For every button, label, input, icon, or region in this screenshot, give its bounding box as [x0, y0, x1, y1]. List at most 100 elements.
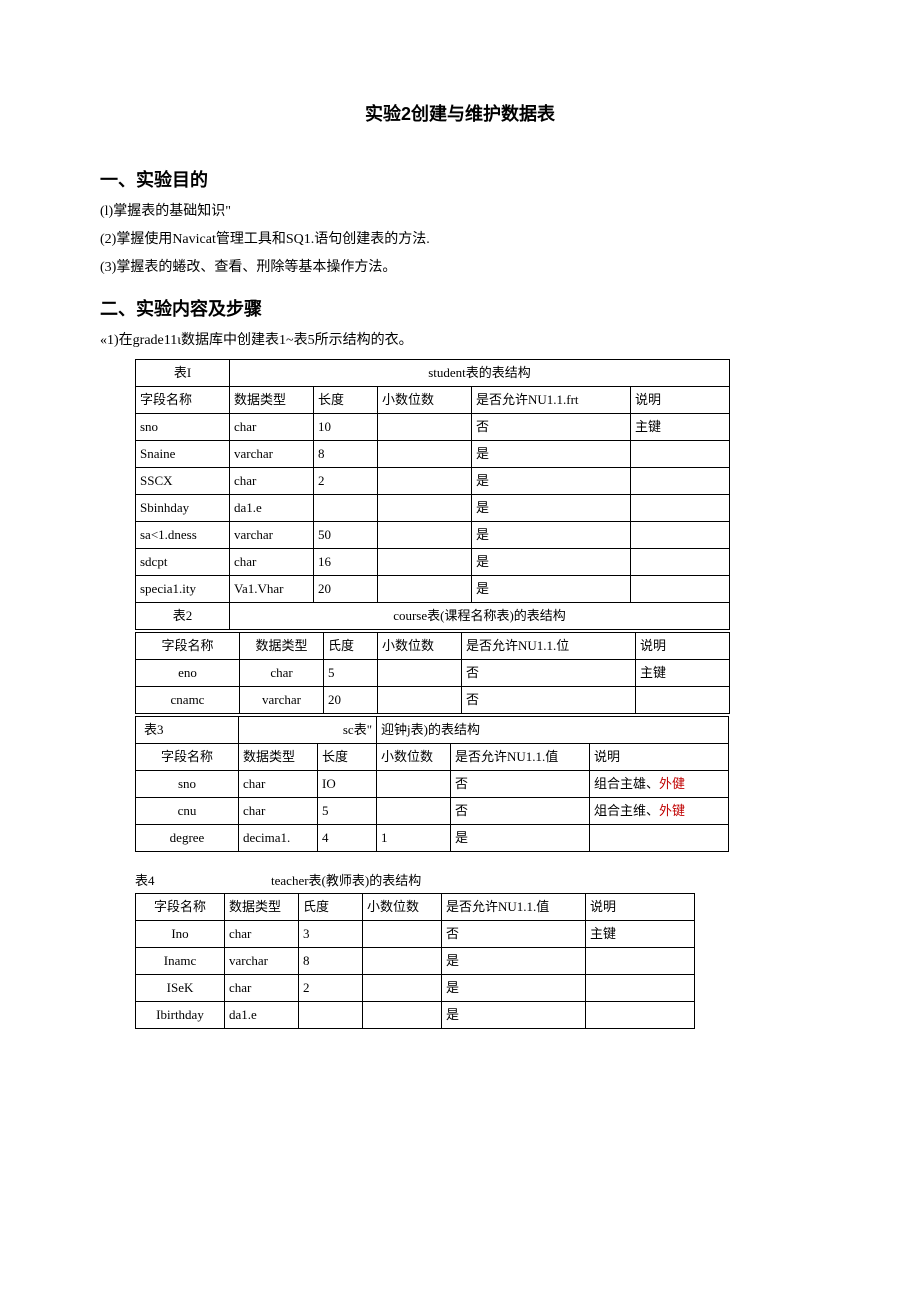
cell: sdcpt: [136, 549, 230, 576]
cell: 主键: [636, 660, 730, 687]
cell: 20: [314, 576, 378, 603]
cell: [378, 522, 472, 549]
cell: 是: [442, 948, 586, 975]
col-dec: 小数位数: [377, 744, 451, 771]
col-dtype: 数据类型: [240, 633, 324, 660]
cell: 是: [472, 495, 631, 522]
table-course: 字段名称 数据类型 氏度 小数位数 是否允许NU1.1.位 说明 enochar…: [135, 632, 730, 714]
cell: 是: [442, 1002, 586, 1029]
col-desc: 说明: [586, 894, 695, 921]
section1-p3: (3)掌握表的蜷改、查看、刑除等基本操作方法。: [100, 256, 820, 280]
cell: [378, 468, 472, 495]
col-field: 字段名称: [136, 744, 239, 771]
cell: ISeK: [136, 975, 225, 1002]
page-title: 实验2创建与维护数据表: [100, 100, 820, 126]
cell: [586, 975, 695, 1002]
col-desc: 说明: [631, 387, 730, 414]
cell: 主键: [631, 414, 730, 441]
cell: 是: [472, 468, 631, 495]
cell: char: [225, 975, 299, 1002]
cell: 50: [314, 522, 378, 549]
section1-heading: 一、实验目的: [100, 166, 820, 192]
cell: da1.e: [230, 495, 314, 522]
cell: da1.e: [225, 1002, 299, 1029]
cell: [378, 576, 472, 603]
cell: [631, 441, 730, 468]
col-dtype: 数据类型: [239, 744, 318, 771]
cell: [631, 522, 730, 549]
cell: 10: [314, 414, 378, 441]
cell: Va1.Vhar: [230, 576, 314, 603]
cell: char: [230, 468, 314, 495]
cell: decima1.: [239, 825, 318, 852]
table-teacher: 字段名称 数据类型 氏度 小数位数 是否允许NU1.1.值 说明 Inochar…: [135, 893, 695, 1029]
col-dtype: 数据类型: [230, 387, 314, 414]
cell: 否: [442, 921, 586, 948]
cell: [377, 771, 451, 798]
desc-text: 俎合主维、: [594, 803, 659, 818]
cell: 4: [318, 825, 377, 852]
cell: Inamc: [136, 948, 225, 975]
cell: 是: [442, 975, 586, 1002]
cell: [586, 1002, 695, 1029]
table-sc: 表3 sc表" 迎钟j表)的表结构 字段名称 数据类型 长度 小数位数 是否允许…: [135, 716, 729, 852]
cell: sa<1.dness: [136, 522, 230, 549]
cell: 是: [472, 441, 631, 468]
table-student: 表I student表的表结构 字段名称 数据类型 长度 小数位数 是否允许NU…: [135, 359, 730, 630]
col-null: 是否允许NU1.1.frt: [472, 387, 631, 414]
cell: [378, 495, 472, 522]
cell: [378, 414, 472, 441]
t2-caption-left: 表2: [136, 603, 230, 630]
cell: [631, 576, 730, 603]
cell: 1: [377, 825, 451, 852]
desc-red: 外键: [659, 803, 685, 818]
cell: 俎合主维、外键: [590, 798, 729, 825]
desc-text: 组合主雄、: [594, 776, 659, 791]
t3-caption-left: 表3: [136, 717, 239, 744]
cell: [363, 1002, 442, 1029]
cell: 5: [318, 798, 377, 825]
cell: Ino: [136, 921, 225, 948]
t1-caption-left: 表I: [136, 360, 230, 387]
cell: [636, 687, 730, 714]
col-desc: 说明: [636, 633, 730, 660]
t3-caption-right: 迎钟j表)的表结构: [377, 717, 729, 744]
cell: degree: [136, 825, 239, 852]
cell: 组合主雄、外健: [590, 771, 729, 798]
col-len: 长度: [314, 387, 378, 414]
cell: char: [239, 771, 318, 798]
cell: sno: [136, 414, 230, 441]
cell: IO: [318, 771, 377, 798]
cell: cnamc: [136, 687, 240, 714]
cell: 8: [314, 441, 378, 468]
cell: [314, 495, 378, 522]
section2-intro: «1)在grade11ι数据库中创建表1~表5所示结构的衣。: [100, 329, 820, 353]
cell: 是: [472, 576, 631, 603]
cell: 8: [299, 948, 363, 975]
cell: 否: [462, 660, 636, 687]
cell: [299, 1002, 363, 1029]
col-null: 是否允许NU1.1.值: [451, 744, 590, 771]
cell: sno: [136, 771, 239, 798]
cell: varchar: [230, 441, 314, 468]
col-field: 字段名称: [136, 894, 225, 921]
cell: 是: [472, 549, 631, 576]
section1-p1: (l)掌握表的基础知识": [100, 200, 820, 224]
section1-p2: (2)掌握使用Navicat管理工具和SQ1.语句创建表的方法.: [100, 228, 820, 252]
cell: [631, 549, 730, 576]
cell: 主键: [586, 921, 695, 948]
cell: Snaine: [136, 441, 230, 468]
cell: Ibirthday: [136, 1002, 225, 1029]
cell: 是: [472, 522, 631, 549]
cell: [378, 549, 472, 576]
cell: [363, 948, 442, 975]
col-desc: 说明: [590, 744, 729, 771]
cell: 否: [451, 771, 590, 798]
cell: [631, 468, 730, 495]
cell: 否: [472, 414, 631, 441]
col-len: 氏度: [324, 633, 378, 660]
cell: 2: [314, 468, 378, 495]
cell: [631, 495, 730, 522]
col-dec: 小数位数: [363, 894, 442, 921]
col-len: 长度: [318, 744, 377, 771]
